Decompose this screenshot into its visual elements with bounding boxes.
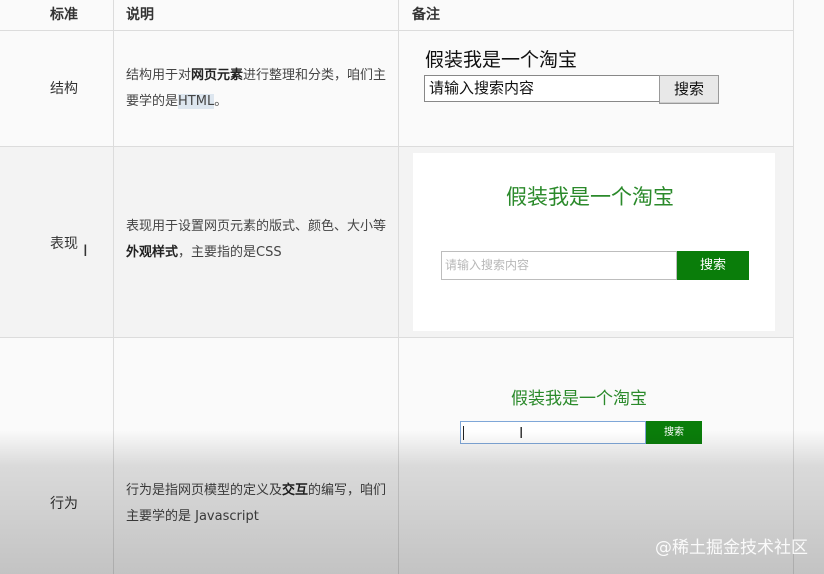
- demo-behavior-title: 假装我是一个淘宝: [511, 389, 647, 409]
- demo-behavior-search-input[interactable]: [460, 421, 646, 444]
- text-cursor-icon: I: [83, 241, 88, 260]
- row-behavior-description: 行为是指网页模型的定义及交互的编写，咱们主要学的是 Javascript: [126, 483, 387, 524]
- row-presentation-name: 表现: [50, 236, 78, 252]
- row-structure-description: 结构用于对网页元素进行整理和分类，咱们主要学的是HTML。: [126, 68, 387, 109]
- row-divider: [0, 146, 794, 147]
- row-structure-name: 结构: [50, 81, 78, 97]
- demo-structure-title: 假装我是一个淘宝: [425, 49, 578, 71]
- header-standard: 标准: [50, 7, 78, 23]
- row-behavior-name: 行为: [50, 496, 78, 512]
- mouse-ibeam-cursor-icon: I: [519, 424, 524, 442]
- header-description: 说明: [126, 7, 154, 23]
- demo-presentation-search-input[interactable]: 请输入搜索内容: [441, 251, 677, 280]
- col-divider: [113, 0, 114, 574]
- demo-presentation-title: 假装我是一个淘宝: [506, 185, 674, 209]
- standards-table: 标准 说明 备注 结构 结构用于对网页元素进行整理和分类，咱们主要学的是HTML…: [0, 0, 824, 574]
- demo-structure-search-button[interactable]: 搜索: [659, 75, 719, 104]
- demo-presentation-search-button[interactable]: 搜索: [677, 251, 749, 280]
- col-divider: [793, 0, 794, 574]
- text-caret: [463, 426, 464, 440]
- watermark: @稀土掘金技术社区: [655, 538, 808, 558]
- row-presentation-description: 表现用于设置网页元素的版式、颜色、大小等外观样式，主要指的是CSS: [126, 219, 387, 260]
- demo-structure-search-input[interactable]: 请输入搜索内容: [424, 75, 664, 102]
- col-divider: [398, 0, 399, 574]
- header-notes: 备注: [412, 7, 440, 23]
- row-divider: [0, 337, 794, 338]
- demo-presentation-card: [413, 153, 775, 331]
- header-divider: [0, 30, 794, 31]
- demo-behavior-search-button[interactable]: 搜索: [646, 421, 702, 444]
